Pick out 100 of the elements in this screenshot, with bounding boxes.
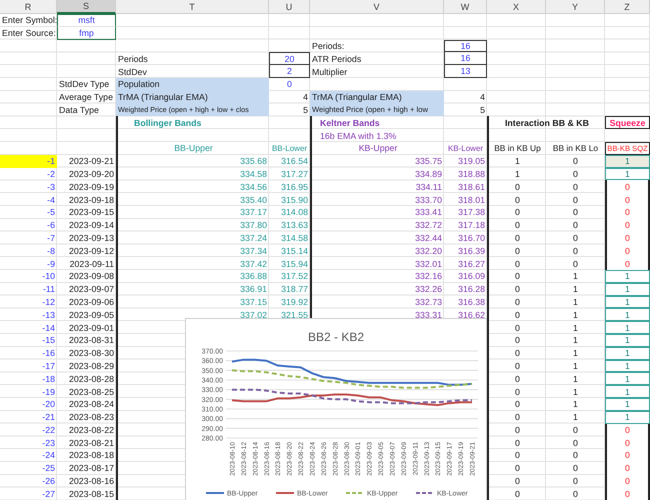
column-header[interactable]: R [0,0,57,14]
param-label: Multiplier [311,66,348,78]
table-cell: 0 [605,424,650,436]
table-cell: 334.56 [116,180,269,194]
column-heading: BB-Upper [116,142,269,155]
table-cell: 0 [605,232,650,244]
table-cell: 332.01 [310,257,444,270]
table-cell-text: 0 [572,449,579,462]
table-cell-text: 2023-09-14 [68,219,115,232]
section-title: Squeeze [605,116,650,130]
table-cell-text: 316.38 [457,296,486,308]
table-cell: 0 [605,462,650,475]
input-field[interactable]: 16 [444,52,487,66]
table-cell-text: 2023-08-29 [68,360,115,372]
table-cell: 334.58 [116,168,269,180]
section-title: Bollinger Bands [116,116,269,130]
table-cell-text: -18 [41,372,56,386]
table-cell: 336.88 [116,270,269,283]
input-field[interactable]: msft [57,14,116,27]
table-cell: 337.34 [116,244,269,258]
table-cell-text: -11 [42,283,56,296]
table-cell-text: 2023-09-05 [68,308,115,322]
table-cell-text: 318.01 [457,194,486,206]
table-cell: 337.15 [116,296,269,308]
table-cell: 334.89 [310,168,444,180]
param-label: Periods [117,52,149,66]
table-cell-text: 316.27 [457,258,486,270]
table-cell-text: 1 [572,411,579,424]
table-cell: 337.80 [116,218,269,232]
table-cell-text: 317.52 [280,270,309,283]
input-field[interactable]: 16 [444,40,487,52]
section-title: Interaction BB & KB [487,116,605,130]
input-field[interactable]: 20 [269,52,310,66]
table-cell-text: 0 [572,258,579,270]
column-heading: BB in KB Up [487,142,546,155]
column-header[interactable]: X [487,0,546,14]
table-cell-text: -2 [46,168,56,180]
table-cell: 1 [605,282,650,296]
table-cell: 1 [605,296,650,308]
table-cell-text: -26 [41,475,56,488]
column-header[interactable]: S [57,0,116,14]
param-label: ATR Periods [311,52,362,66]
table-cell: 335.40 [116,193,269,206]
table-cell-text: 2023-08-24 [68,398,115,411]
param-code: 0 [286,78,293,91]
table-cell: 0 [487,282,546,296]
table-cell-text: -12 [41,296,56,308]
table-cell-text: 0 [572,232,579,244]
table-cell-text: 2023-09-12 [68,244,115,258]
table-cell-text: 2023-09-01 [68,322,115,334]
table-cell-text: 0 [572,462,579,475]
table-cell: 1 [605,346,650,360]
column-header[interactable]: T [116,0,269,14]
table-cell: 332.26 [310,282,444,296]
input-field[interactable]: 2 [269,65,310,78]
table-cell-text: 0 [572,475,579,488]
table-cell: 0 [487,270,546,283]
table-cell-text: 2023-08-21 [68,436,115,450]
table-cell-text: 1 [572,322,579,334]
param-value: Population [116,78,269,91]
column-header[interactable]: Z [605,0,650,14]
param-label: Periods: [311,40,346,52]
column-heading: BB-Lower [270,142,308,155]
table-cell-text: 1 [572,334,579,347]
table-cell-text: 2023-09-06 [68,296,115,308]
table-cell-text: 2023-08-16 [68,475,115,488]
table-cell: 0 [487,296,546,308]
table-cell-text: 316.62 [457,308,486,322]
column-heading: KB-Upper [310,142,444,155]
table-cell-text: 317.18 [457,219,486,232]
table-cell: 332.72 [310,218,444,232]
table-cell-text: 317.27 [280,168,309,180]
table-cell: 1 [605,168,650,180]
table-cell: 332.73 [310,296,444,308]
table-cell: 337.24 [116,232,269,244]
input-field[interactable]: 13 [444,65,487,78]
column-header[interactable]: V [310,0,444,14]
table-cell-text: 2023-09-21 [68,155,115,168]
table-cell: 1 [605,154,650,168]
column-header[interactable]: U [269,0,310,14]
table-cell: 336.91 [116,282,269,296]
column-header[interactable]: W [444,0,487,14]
table-cell-text: 2023-09-07 [68,283,115,296]
table-cell: 1 [605,360,650,372]
table-cell-text: 1 [572,283,579,296]
table-cell-text: 2023-09-11 [68,258,115,270]
table-cell: 0 [605,436,650,450]
table-cell-text: -7 [46,232,56,244]
table-cell-text: 0 [572,436,579,450]
input-field[interactable]: fmp [57,26,116,40]
column-header[interactable]: Y [546,0,605,14]
table-cell-text: -15 [41,334,56,347]
table-cell-text: -17 [41,360,56,372]
table-cell: 1 [487,154,546,168]
table-cell-text: -4 [46,194,56,206]
table-cell-text: 2023-08-23 [68,411,115,424]
table-cell: 1 [487,168,546,180]
table-cell-text: 1 [572,372,579,386]
table-cell: 1 [605,385,650,398]
table-cell-text: 1 [572,398,579,411]
